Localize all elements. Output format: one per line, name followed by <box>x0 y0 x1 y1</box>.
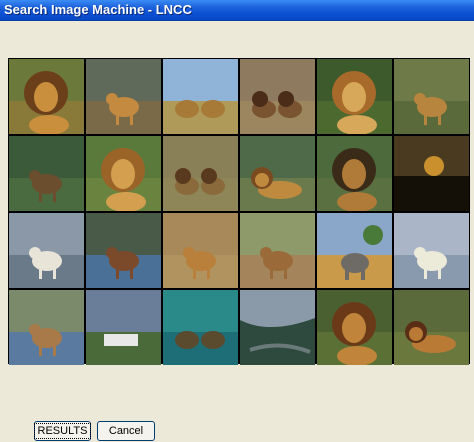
thumbnail-image <box>86 59 161 134</box>
thumbnail-image <box>317 59 392 134</box>
window-title: Search Image Machine - LNCC <box>4 2 192 17</box>
thumbnail-lion-lying[interactable] <box>394 290 469 365</box>
thumbnail-lioness[interactable] <box>240 213 315 288</box>
thumbnail-image <box>240 290 315 365</box>
thumbnail-image <box>240 136 315 211</box>
thumbnail-image <box>394 136 469 211</box>
thumbnail-image <box>163 136 238 211</box>
thumbnail-bears-water[interactable] <box>163 290 238 365</box>
thumbnail-image <box>9 136 84 211</box>
thumbnail-image <box>9 213 84 288</box>
thumbnail-lion[interactable] <box>317 59 392 134</box>
cancel-button[interactable]: Cancel <box>97 421 155 441</box>
thumbnail-lions-pair[interactable] <box>240 59 315 134</box>
thumbnail-lion[interactable] <box>9 59 84 134</box>
thumbnail-bear[interactable] <box>9 136 84 211</box>
thumbnail-image <box>163 59 238 134</box>
results-grid <box>8 58 470 365</box>
results-button-label: RESULTS <box>33 423 92 439</box>
thumbnail-polar-bear[interactable] <box>9 213 84 288</box>
thumbnail-polar-bear[interactable] <box>394 213 469 288</box>
thumbnail-image <box>394 213 469 288</box>
thumbnail-image <box>394 59 469 134</box>
thumbnail-image <box>317 290 392 365</box>
thumbnail-image <box>240 213 315 288</box>
thumbnail-lion-walking[interactable] <box>394 59 469 134</box>
thumbnail-lion-walking[interactable] <box>163 213 238 288</box>
thumbnail-lion-lying[interactable] <box>240 136 315 211</box>
thumbnail-elephant[interactable] <box>317 213 392 288</box>
title-bar[interactable]: Search Image Machine - LNCC <box>0 0 474 21</box>
thumbnail-lions-resting[interactable] <box>163 59 238 134</box>
thumbnail-image <box>9 59 84 134</box>
thumbnail-image <box>317 136 392 211</box>
thumbnail-image <box>86 213 161 288</box>
thumbnail-image <box>9 290 84 365</box>
thumbnail-image <box>163 290 238 365</box>
thumbnail-lion[interactable] <box>317 290 392 365</box>
thumbnail-lion[interactable] <box>86 136 161 211</box>
results-button[interactable]: RESULTS <box>33 421 92 441</box>
thumbnail-aerial[interactable] <box>240 290 315 365</box>
thumbnail-image <box>86 136 161 211</box>
thumbnail-image <box>317 213 392 288</box>
thumbnail-lions-pair[interactable] <box>163 136 238 211</box>
thumbnail-image <box>163 213 238 288</box>
thumbnail-lioness[interactable] <box>86 59 161 134</box>
thumbnail-image <box>394 290 469 365</box>
thumbnail-sunset[interactable] <box>394 136 469 211</box>
thumbnail-building[interactable] <box>86 290 161 365</box>
thumbnail-image <box>86 290 161 365</box>
thumbnail-image <box>240 59 315 134</box>
thumbnail-lion[interactable] <box>317 136 392 211</box>
thumbnail-bear-water[interactable] <box>86 213 161 288</box>
thumbnail-bear-water[interactable] <box>9 290 84 365</box>
